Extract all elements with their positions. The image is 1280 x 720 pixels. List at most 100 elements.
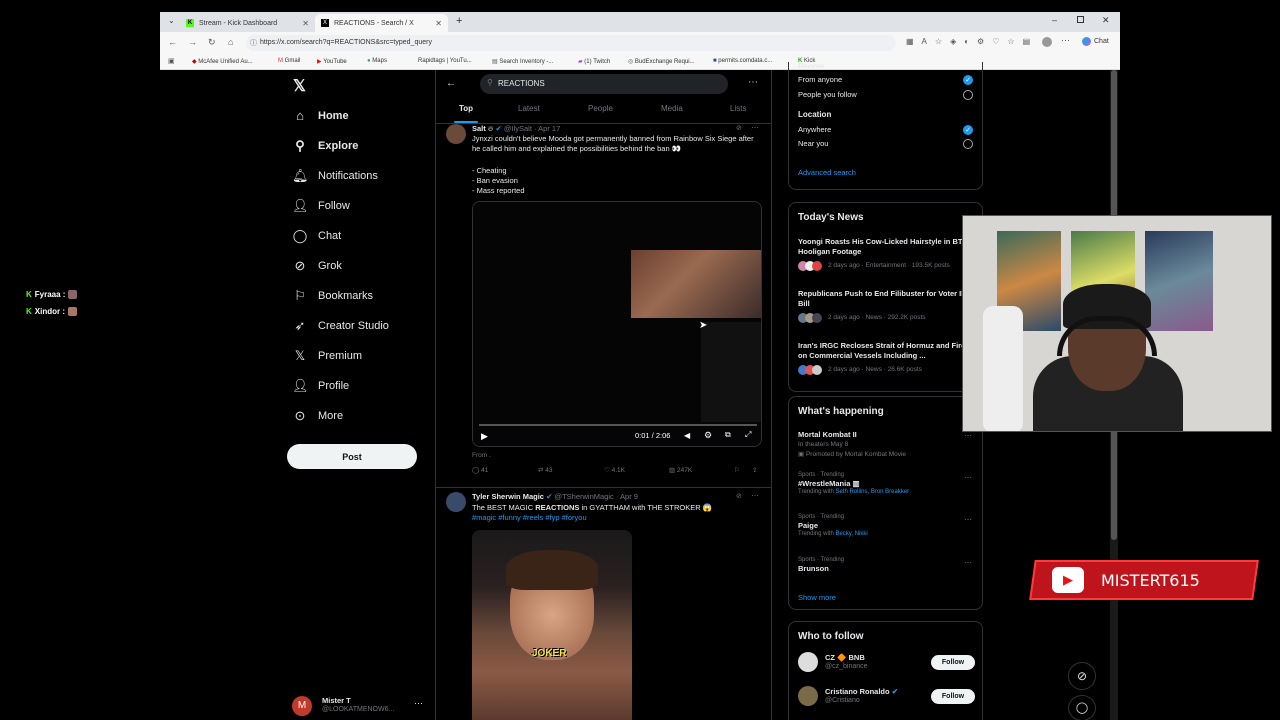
follow-button[interactable]: Follow xyxy=(931,689,975,704)
video-thumbnail[interactable]: JOKER xyxy=(472,530,632,720)
nav-bookmarks[interactable]: ⚐ Bookmarks xyxy=(292,288,373,304)
radio-people-you-follow[interactable] xyxy=(963,90,973,100)
advanced-search-link[interactable]: Advanced search xyxy=(798,168,856,177)
tab-latest[interactable]: Latest xyxy=(518,104,540,113)
back-arrow-icon[interactable]: ← xyxy=(446,78,456,89)
nav-explore[interactable]: ⚲ Explore xyxy=(292,138,358,154)
tab-list-icon[interactable]: ⌄ xyxy=(168,16,175,25)
mute-icon[interactable]: ◀ xyxy=(684,431,690,440)
nav-more[interactable]: ⊙ More xyxy=(292,408,344,424)
show-more-link[interactable]: Show more xyxy=(798,593,836,602)
settings-icon[interactable]: ⚙ xyxy=(704,430,712,441)
like-button[interactable]: ♡ 4.1K xyxy=(604,466,625,474)
search-options-icon[interactable]: ⋯ xyxy=(748,77,758,88)
views-button[interactable]: ▥ 247K xyxy=(669,466,692,474)
maximize-icon[interactable] xyxy=(1077,16,1084,23)
nav-creator-studio[interactable]: ➶ Creator Studio xyxy=(292,318,389,334)
trend-item[interactable]: Sports · Trending Brunson xyxy=(798,557,968,573)
follow-button[interactable]: Follow xyxy=(931,655,975,670)
new-tab-icon[interactable]: + xyxy=(456,15,462,27)
back-icon[interactable]: ← xyxy=(168,37,177,47)
close-tab-icon[interactable]: ✕ xyxy=(302,19,309,28)
tab-lists[interactable]: Lists xyxy=(730,104,746,113)
bookmark-budexchange[interactable]: ◎ BudExchange Requi... xyxy=(628,58,695,65)
tweet-more-icon[interactable]: ⋯ xyxy=(751,123,759,132)
video-progress-bar[interactable] xyxy=(479,424,757,426)
bookmark-permits[interactable]: ■ permits.comdata.c... xyxy=(713,58,772,64)
pip-icon[interactable]: ⧉ xyxy=(725,430,731,440)
repost-button[interactable]: ⇄ 43 xyxy=(538,466,553,474)
search-input[interactable]: ⚲ REACTIONS xyxy=(480,74,728,94)
fullscreen-icon[interactable]: ⤢ xyxy=(745,430,751,440)
video-player[interactable]: ➤ ▶ 0:01 / 2:06 ◀ ⚙ ⧉ ⤢ xyxy=(472,201,762,447)
tab-top[interactable]: Top xyxy=(459,104,473,113)
author-name[interactable]: Salt xyxy=(472,124,486,133)
grok-explain-icon[interactable]: ⊘ xyxy=(736,492,742,500)
reply-button[interactable]: ◯ 41 xyxy=(472,466,488,474)
tab-media[interactable]: Media xyxy=(661,104,683,113)
account-switcher[interactable]: M Mister T @LOOKATMENOW6... ⋯ xyxy=(292,694,432,718)
author-name[interactable]: Tyler Sherwin Magic xyxy=(472,492,544,501)
nav-home[interactable]: ⌂ Home xyxy=(292,108,349,123)
nav-profile[interactable]: 👤︎ Profile xyxy=(292,378,349,394)
radio-anywhere[interactable]: ✓ xyxy=(963,125,973,135)
nav-chat[interactable]: ◯ Chat xyxy=(292,228,342,244)
tweet-more-icon[interactable]: ⋯ xyxy=(751,491,759,500)
news-item[interactable]: Iran's IRGC Recloses Strait of Hormuz an… xyxy=(798,341,978,375)
bookmark-mcafee[interactable]: ◆ McAfee Unified Au... xyxy=(192,58,253,65)
minimize-icon[interactable]: – xyxy=(1052,15,1057,25)
messages-float-button[interactable]: ◯ xyxy=(1068,695,1096,720)
bookmark-manager-icon[interactable]: ▣ xyxy=(168,57,175,65)
avatar[interactable] xyxy=(446,492,466,512)
bookmark-inventory[interactable]: ▤ Search Inventory -... xyxy=(492,58,553,65)
close-tab-icon[interactable]: ✕ xyxy=(435,19,442,28)
home-button-icon[interactable]: ⌂ xyxy=(228,37,233,47)
trend-more-icon[interactable]: ⋯ xyxy=(964,473,972,482)
tab-x-search[interactable]: X REACTIONS - Search / X ✕ xyxy=(315,14,448,32)
tab-people[interactable]: People xyxy=(588,104,613,113)
promo-more-icon[interactable]: ⋯ xyxy=(964,431,972,440)
post-button[interactable]: Post xyxy=(287,444,417,469)
tweet[interactable]: Tyler Sherwin Magic ✔ @TSherwinMagic · A… xyxy=(436,488,771,720)
promo-trend[interactable]: Mortal Kombat II In theaters May 8 ▣ Pro… xyxy=(798,430,978,470)
profile-avatar[interactable] xyxy=(1042,37,1052,47)
copilot-chat-button[interactable]: Chat xyxy=(1082,37,1109,46)
trend-item[interactable]: Sports · Trending Paige Trending with Be… xyxy=(798,514,968,537)
more-options-icon[interactable]: ⋯ xyxy=(414,698,423,709)
bookmark-button[interactable]: ⚐ xyxy=(734,466,740,474)
radio-near-you[interactable] xyxy=(963,139,973,149)
nav-notifications[interactable]: 🔔︎ Notifications xyxy=(292,168,378,184)
tweet-date[interactable]: Apr 17 xyxy=(538,124,560,133)
bookmark-youtube[interactable]: ▶ YouTube xyxy=(317,58,347,65)
radio-from-anyone[interactable]: ✓ xyxy=(963,75,973,85)
play-icon[interactable]: ▶ xyxy=(481,431,488,442)
author-handle[interactable]: @IlySalt xyxy=(504,124,532,133)
grok-float-button[interactable]: ⊘ xyxy=(1068,662,1096,690)
close-window-icon[interactable]: ✕ xyxy=(1102,15,1110,26)
news-item[interactable]: Republicans Push to End Filibuster for V… xyxy=(798,289,978,323)
bookmark-maps[interactable]: ● Maps xyxy=(367,58,387,64)
tweet-date[interactable]: Apr 9 xyxy=(620,492,638,501)
trend-item[interactable]: Sports · Trending #WrestleMania ▥ Trendi… xyxy=(798,472,968,495)
refresh-icon[interactable]: ↻ xyxy=(208,37,216,48)
bookmark-rapidtags[interactable]: Rapidtags | YouTu... xyxy=(418,58,472,64)
nav-follow[interactable]: 👤︎ Follow xyxy=(292,198,350,214)
news-item[interactable]: Yoongi Roasts His Cow-Licked Hairstyle i… xyxy=(798,237,978,271)
nav-grok[interactable]: ⊘ Grok xyxy=(292,258,342,274)
bookmark-twitch[interactable]: ▰ (1) Twitch xyxy=(578,58,610,65)
avatar[interactable] xyxy=(446,124,466,144)
tweet-hashtags[interactable]: #magic #funny #reels #fyp #foryou xyxy=(472,513,587,523)
grok-explain-icon[interactable]: ⊘ xyxy=(736,124,742,132)
nav-premium[interactable]: 𝕏 Premium xyxy=(292,348,362,364)
trend-more-icon[interactable]: ⋯ xyxy=(964,558,972,567)
trend-more-icon[interactable]: ⋯ xyxy=(964,515,972,524)
tweet[interactable]: Salt 🔥︎ ✔ @IlySalt · Apr 17 ⊘ ⋯ Jynxzi c… xyxy=(436,123,771,488)
bookmark-gmail[interactable]: M Gmail xyxy=(278,58,300,64)
x-logo[interactable]: 𝕏 xyxy=(293,76,306,96)
forward-icon[interactable]: → xyxy=(188,37,197,47)
menu-icon[interactable]: ⋯ xyxy=(1061,35,1070,46)
tab-kick-dashboard[interactable]: K Stream - Kick Dashboard ✕ xyxy=(180,14,315,32)
share-icon[interactable]: ⇪ xyxy=(752,466,757,474)
author-handle[interactable]: @TSherwinMagic xyxy=(554,492,613,501)
toolbar-icons[interactable]: ▦A☆◈◐⚙♡☆▤ xyxy=(906,37,1038,46)
